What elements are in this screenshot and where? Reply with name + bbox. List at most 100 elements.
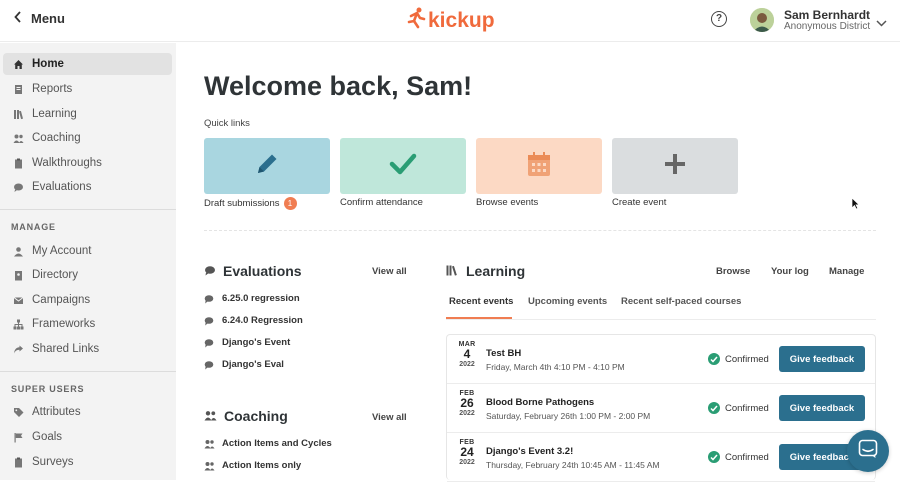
event-row[interactable]: FEB 24 2022 Django's Event 3.2! Thursday… — [447, 433, 875, 482]
event-time: Saturday, February 26th 1:00 PM - 2:00 P… — [486, 411, 651, 421]
sidebar-item-attributes[interactable]: Attributes — [3, 401, 172, 423]
event-day: 26 — [460, 396, 474, 410]
sidebar-item-shared-links[interactable]: Shared Links — [3, 338, 172, 360]
sidebar-item-label: Coaching — [32, 132, 81, 144]
status-label: Confirmed — [725, 451, 769, 463]
sidebar-item-reports[interactable]: Reports — [3, 78, 172, 100]
sidebar-section-super-users: SUPER USERS — [11, 384, 85, 394]
give-feedback-button[interactable]: Give feedback — [779, 346, 865, 372]
list-item-label: Django's Event — [222, 337, 291, 348]
chevron-down-icon[interactable] — [876, 14, 887, 32]
quick-link-label[interactable]: Create event — [612, 197, 666, 208]
mouse-cursor-icon — [851, 197, 860, 215]
sidebar-divider — [0, 209, 176, 210]
event-row[interactable]: MAR 4 2022 Test BH Friday, March 4th 4:1… — [447, 335, 875, 384]
list-item[interactable]: Action Items and Cycles — [204, 438, 332, 449]
menu-button[interactable]: Menu — [14, 11, 65, 26]
status-badge: Confirmed — [708, 451, 769, 463]
sidebar-item-evaluations[interactable]: Evaluations — [3, 176, 172, 198]
list-item[interactable]: Action Items only — [204, 460, 301, 471]
event-date: MAR 4 2022 — [453, 341, 481, 368]
mail-icon — [13, 295, 24, 306]
check-icon — [389, 152, 417, 181]
event-name[interactable]: Django's Event 3.2! — [486, 446, 573, 457]
sidebar-item-my-account[interactable]: My Account — [3, 240, 172, 262]
quick-link-label[interactable]: Browse events — [476, 197, 538, 208]
learning-browse-link[interactable]: Browse — [716, 266, 750, 277]
help-icon[interactable]: ? — [711, 11, 727, 27]
status-badge: Confirmed — [708, 353, 769, 365]
check-circle-icon — [708, 402, 720, 414]
quick-link-browse-events[interactable] — [476, 138, 602, 194]
list-item-label: 6.24.0 Regression — [222, 315, 303, 326]
sidebar-item-goals[interactable]: Goals — [3, 426, 172, 448]
tab-baseline — [446, 319, 876, 320]
sidebar-item-coaching[interactable]: Coaching — [3, 127, 172, 149]
event-day: 24 — [460, 445, 474, 459]
sidebar-item-label: Goals — [32, 431, 63, 443]
sidebar-section-manage: MANAGE — [11, 222, 56, 232]
sidebar-divider — [0, 371, 176, 372]
tag-icon — [13, 407, 24, 418]
sidebar-item-surveys[interactable]: Surveys — [3, 451, 172, 473]
chat-launcher-button[interactable] — [847, 430, 889, 472]
sidebar-item-label: Home — [32, 58, 64, 70]
quick-link-label[interactable]: Draft submissions 1 — [204, 197, 297, 210]
people-icon — [204, 439, 215, 449]
event-time: Thursday, February 24th 10:45 AM - 11:45… — [486, 460, 660, 470]
menu-label: Menu — [31, 11, 65, 26]
sidebar-item-walkthroughs[interactable]: Walkthroughs — [3, 152, 172, 174]
event-name[interactable]: Test BH — [486, 348, 521, 359]
quick-link-draft-submissions[interactable] — [204, 138, 330, 194]
list-item[interactable]: 6.25.0 regression — [204, 293, 300, 304]
give-feedback-button[interactable]: Give feedback — [779, 395, 865, 421]
event-name[interactable]: Blood Borne Pathogens — [486, 397, 594, 408]
event-row[interactable]: FEB 26 2022 Blood Borne Pathogens Saturd… — [447, 384, 875, 433]
sidebar: Home Reports Learning Coaching Walkthrou… — [0, 43, 176, 480]
tab-upcoming-events[interactable]: Upcoming events — [528, 296, 607, 307]
logo-text: kickup — [428, 9, 495, 32]
draft-count-badge: 1 — [283, 197, 297, 210]
tab-recent-events[interactable]: Recent events — [449, 296, 513, 307]
calendar-icon — [527, 151, 551, 182]
hierarchy-icon — [13, 319, 24, 330]
list-item[interactable]: 6.24.0 Regression — [204, 315, 303, 326]
coaching-view-all-link[interactable]: View all — [372, 412, 407, 423]
pencil-icon — [253, 150, 281, 183]
sidebar-item-home[interactable]: Home — [3, 53, 172, 75]
list-item[interactable]: Django's Event — [204, 337, 290, 348]
evaluations-heading: Evaluations — [204, 263, 302, 279]
sidebar-item-directory[interactable]: Directory — [3, 264, 172, 286]
event-year: 2022 — [459, 410, 475, 417]
event-date: FEB 24 2022 — [453, 439, 481, 466]
quick-link-label[interactable]: Confirm attendance — [340, 197, 423, 208]
section-title: Evaluations — [223, 263, 302, 279]
user-name[interactable]: Sam Bernhardt — [784, 8, 870, 22]
sidebar-item-frameworks[interactable]: Frameworks — [3, 313, 172, 335]
share-icon — [13, 344, 24, 355]
sidebar-item-label: Frameworks — [32, 318, 96, 330]
sidebar-item-label: Learning — [32, 108, 77, 120]
event-time: Friday, March 4th 4:10 PM - 4:10 PM — [486, 362, 625, 372]
evaluations-view-all-link[interactable]: View all — [372, 266, 407, 277]
sidebar-item-campaigns[interactable]: Campaigns — [3, 289, 172, 311]
avatar[interactable] — [750, 8, 774, 32]
people-icon — [13, 133, 24, 144]
chat-icon — [13, 182, 24, 193]
chat-icon — [204, 338, 214, 348]
tab-recent-self-paced-courses[interactable]: Recent self-paced courses — [621, 296, 741, 307]
sidebar-item-label: Walkthroughs — [32, 157, 102, 169]
quick-link-confirm-attendance[interactable] — [340, 138, 466, 194]
chat-icon — [204, 316, 214, 326]
kickup-logo[interactable]: kickup — [406, 7, 495, 35]
learning-your-log-link[interactable]: Your log — [771, 266, 809, 277]
quick-link-create-event[interactable] — [612, 138, 738, 194]
list-item-label: Action Items and Cycles — [222, 438, 332, 449]
sidebar-item-label: Attributes — [32, 406, 81, 418]
learning-manage-link[interactable]: Manage — [829, 266, 864, 277]
sidebar-item-label: Evaluations — [32, 181, 92, 193]
list-item-label: Action Items only — [222, 460, 302, 471]
chat-icon — [204, 294, 214, 304]
sidebar-item-learning[interactable]: Learning — [3, 103, 172, 125]
list-item[interactable]: Django's Eval — [204, 359, 284, 370]
